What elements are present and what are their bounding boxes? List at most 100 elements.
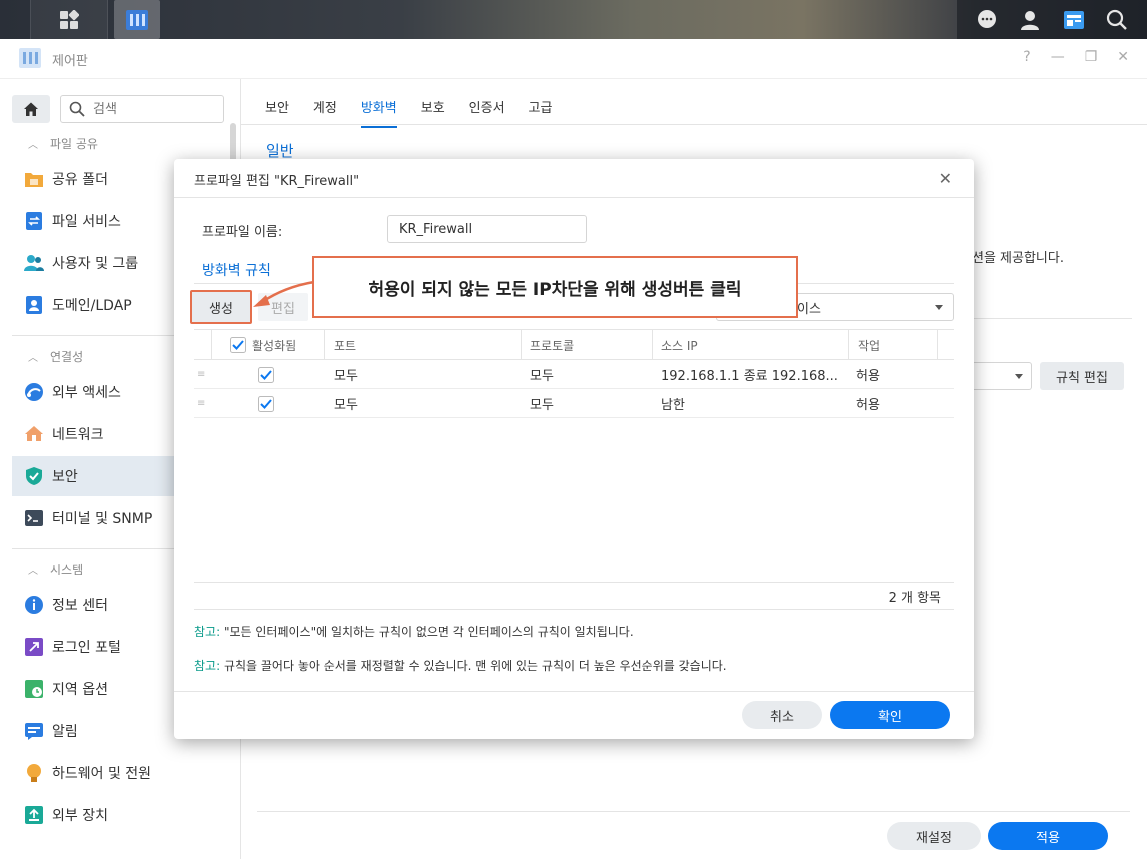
sidebar-search[interactable] [60, 95, 224, 123]
column-separator [324, 330, 325, 360]
row-port: 모두 [334, 398, 358, 413]
home-icon [24, 102, 38, 116]
row-action: 허용 [856, 398, 880, 413]
dialog-title: 프로파일 편집 "KR_Firewall" [194, 174, 360, 189]
row-source-ip: 남한 [661, 398, 685, 413]
cancel-button[interactable]: 취소 [742, 701, 822, 729]
item-count: 2 개 항목 [888, 591, 941, 606]
chat-icon[interactable] [975, 8, 999, 32]
divider [972, 318, 1132, 319]
drag-handle-icon[interactable]: ≡ [197, 360, 205, 389]
control-panel-taskbar-button[interactable] [114, 0, 160, 39]
widgets-icon[interactable] [1062, 8, 1086, 32]
row-action: 허용 [856, 369, 880, 384]
column-separator [937, 330, 938, 360]
taskbar [0, 0, 1147, 39]
edit-profile-dialog: 프로파일 편집 "KR_Firewall" ✕ 프로파일 이름: 방화벽 규칙 … [174, 159, 974, 739]
search-icon[interactable] [1105, 8, 1129, 32]
lightbulb-icon [24, 763, 44, 783]
column-separator [211, 330, 212, 360]
login-portal-icon [24, 637, 44, 657]
column-separator [848, 330, 849, 360]
search-input[interactable] [93, 101, 203, 117]
chevron-down-icon [1015, 374, 1023, 379]
note-2: 참고: 규칙을 끌어다 놓아 순서를 재정렬할 수 있습니다. 맨 위에 있는 … [194, 659, 727, 673]
annotation-arrow [253, 280, 315, 307]
close-icon[interactable]: ✕ [939, 169, 952, 188]
table-row[interactable]: ≡ 모두 모두 남한 허용 [194, 389, 954, 418]
divider [241, 124, 1147, 125]
info-icon [24, 595, 44, 615]
row-enabled-checkbox[interactable] [258, 389, 274, 418]
ok-button[interactable]: 확인 [830, 701, 950, 729]
grid-icon [60, 9, 79, 29]
divider [174, 197, 974, 198]
taskbar-tray [957, 0, 1147, 39]
column-header-enabled[interactable]: 활성화됨 [230, 330, 296, 360]
chevron-up-icon: ︿ [28, 140, 38, 151]
map-clock-icon [24, 679, 44, 699]
divider [257, 811, 1130, 812]
chevron-up-icon: ︿ [28, 566, 38, 577]
divider [174, 691, 974, 692]
row-source-ip: 192.168.1.1 종료 192.168... [661, 369, 838, 384]
profile-name-label: 프로파일 이름: [202, 225, 283, 240]
window-title: 제어판 [52, 54, 88, 69]
profile-name-input[interactable] [387, 215, 587, 243]
folder-icon [24, 169, 44, 189]
profile-select[interactable] [972, 362, 1032, 390]
sidebar-item-external-devices[interactable]: 외부 장치 [12, 795, 240, 835]
shield-icon [24, 466, 44, 486]
search-icon [69, 101, 85, 117]
drag-handle-icon[interactable]: ≡ [197, 389, 205, 418]
section-title-general: 일반 [266, 142, 294, 160]
users-icon [24, 253, 44, 273]
table-row[interactable]: ≡ 모두 모두 192.168.1.1 종료 192.168... 허용 [194, 360, 954, 389]
select-all-checkbox[interactable] [230, 337, 246, 353]
apply-button[interactable]: 적용 [988, 822, 1108, 850]
window-title-bar: 제어판 ? — ❐ ✕ [0, 39, 1147, 79]
firewall-rules-title: 방화벽 규칙 [202, 263, 271, 279]
home-button[interactable] [12, 95, 50, 123]
close-icon[interactable]: ✕ [1117, 49, 1129, 65]
note-1: 참고: "모든 인터페이스"에 일치하는 규칙이 없으면 각 인터페이스의 규칙… [194, 625, 634, 639]
section-system[interactable]: ︿ 시스템 [28, 561, 83, 578]
minimize-icon[interactable]: — [1051, 49, 1065, 65]
column-header-source-ip[interactable]: 소스 IP [661, 330, 698, 360]
divider [194, 609, 954, 610]
sidebar-item-hardware-power[interactable]: 하드웨어 및 전원 [12, 753, 240, 793]
column-separator [521, 330, 522, 360]
terminal-icon [24, 508, 44, 528]
background-description: 션을 제공합니다. [972, 251, 1064, 266]
divider [194, 582, 954, 583]
file-services-icon [24, 211, 44, 231]
external-access-icon [24, 382, 44, 402]
domain-icon [24, 295, 44, 315]
user-icon[interactable] [1018, 8, 1042, 32]
external-device-icon [24, 805, 44, 825]
notification-icon [24, 721, 44, 741]
column-header-action[interactable]: 작업 [858, 330, 880, 360]
section-file-sharing[interactable]: ︿ 파일 공유 [28, 135, 98, 152]
chevron-up-icon: ︿ [28, 353, 38, 364]
help-icon[interactable]: ? [1023, 49, 1030, 65]
column-separator [652, 330, 653, 360]
row-enabled-checkbox[interactable] [258, 360, 274, 389]
firewall-rules-table: 활성화됨 포트 프로토콜 소스 IP 작업 ≡ 모두 모두 192.168.1.… [194, 329, 954, 583]
chevron-down-icon [935, 305, 943, 310]
main-menu-button[interactable] [30, 0, 108, 39]
control-panel-icon [126, 9, 148, 30]
create-button[interactable]: 생성 [190, 290, 252, 324]
annotation-callout: 허용이 되지 않는 모든 IP차단을 위해 생성버튼 클릭 [312, 256, 798, 318]
row-protocol: 모두 [530, 369, 554, 384]
column-header-port[interactable]: 포트 [334, 330, 356, 360]
edit-rules-button[interactable]: 규칙 편집 [1040, 362, 1124, 390]
control-panel-icon [19, 48, 41, 68]
row-port: 모두 [334, 369, 358, 384]
restore-icon[interactable]: ❐ [1085, 49, 1098, 65]
column-header-protocol[interactable]: 프로토콜 [530, 330, 574, 360]
interface-select-value: 이스 [797, 301, 821, 317]
row-protocol: 모두 [530, 398, 554, 413]
section-connectivity[interactable]: ︿ 연결성 [28, 348, 83, 365]
reset-button[interactable]: 재설정 [887, 822, 981, 850]
